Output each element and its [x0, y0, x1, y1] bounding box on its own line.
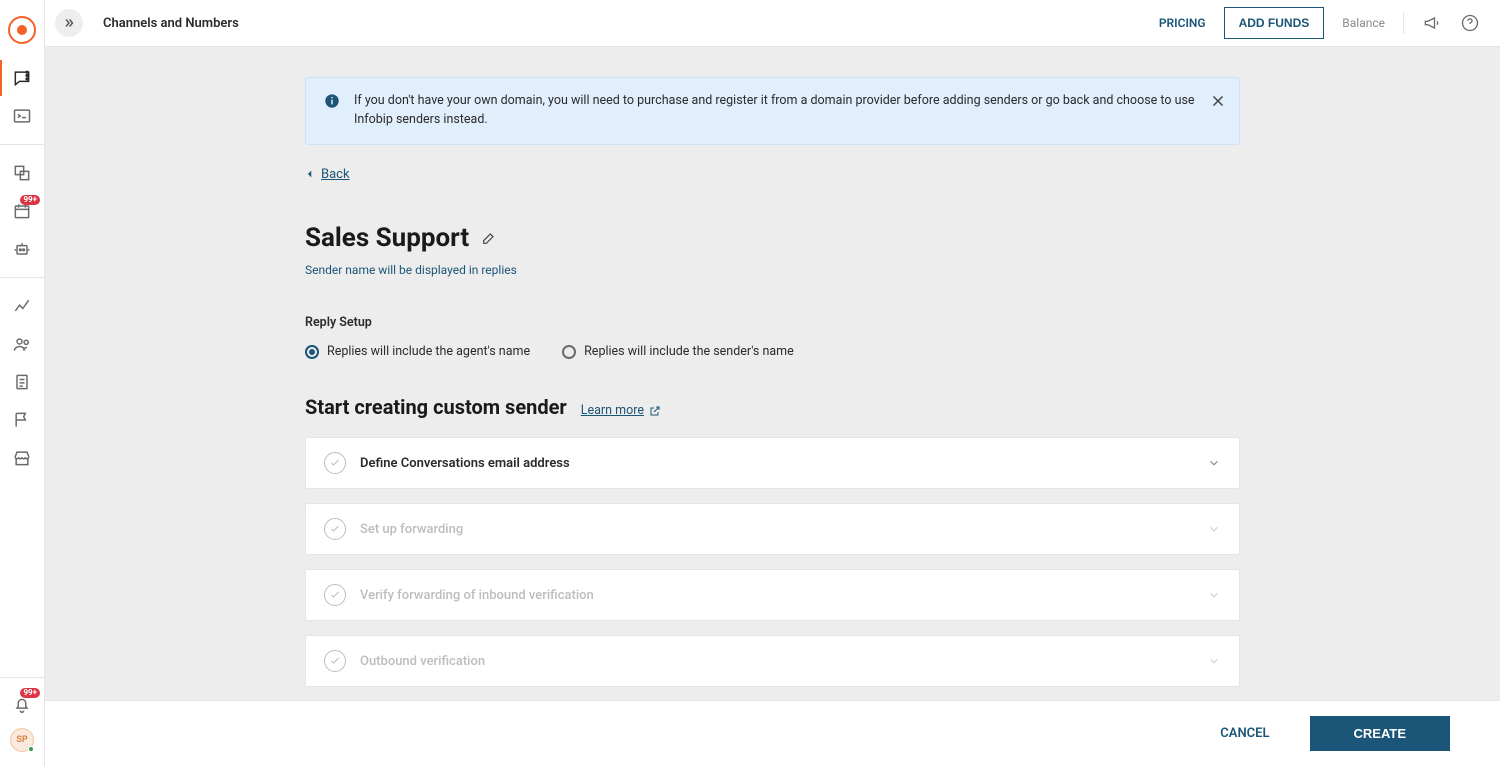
step-label: Verify forwarding of inbound verificatio… [360, 588, 594, 603]
help-icon[interactable] [1460, 13, 1480, 33]
nav-calendar-icon[interactable]: 99+ [12, 201, 32, 221]
info-banner-text: If you don't have your own domain, you w… [354, 92, 1221, 130]
megaphone-icon[interactable] [1422, 13, 1442, 33]
page-subtitle: Sender name will be displayed in replies [305, 263, 1240, 277]
step-define-email[interactable]: Define Conversations email address [305, 437, 1240, 489]
chevron-down-icon [1207, 522, 1221, 536]
step-outbound-verification[interactable]: Outbound verification [305, 635, 1240, 687]
radio-icon [562, 345, 576, 359]
nav-terminal-icon[interactable] [12, 106, 32, 126]
radio-icon [305, 345, 319, 359]
chevron-down-icon [1207, 654, 1221, 668]
check-circle-icon [324, 452, 346, 474]
nav-calendar-badge: 99+ [20, 195, 40, 205]
user-avatar[interactable]: SP [10, 728, 34, 752]
sidebar-expand-button[interactable] [55, 9, 83, 37]
reply-setup-label: Reply Setup [305, 315, 1240, 330]
step-label: Define Conversations email address [360, 456, 570, 471]
radio-sender-name[interactable]: Replies will include the sender's name [562, 344, 794, 359]
check-circle-icon [324, 584, 346, 606]
step-set-up-forwarding[interactable]: Set up forwarding [305, 503, 1240, 555]
footer-actions: CANCEL CREATE [45, 700, 1500, 766]
page-breadcrumb: Channels and Numbers [103, 16, 239, 31]
custom-sender-heading: Start creating custom sender [305, 395, 567, 419]
chevron-down-icon [1207, 456, 1221, 470]
nav-flag-icon[interactable] [12, 410, 32, 430]
nav-bot-icon[interactable] [12, 239, 32, 259]
step-verify-forwarding[interactable]: Verify forwarding of inbound verificatio… [305, 569, 1240, 621]
radio-sender-label: Replies will include the sender's name [584, 344, 794, 359]
topbar: Channels and Numbers PRICING ADD FUNDS B… [45, 0, 1500, 47]
cancel-button[interactable]: CANCEL [1220, 726, 1269, 741]
main-content-area: If you don't have your own domain, you w… [45, 47, 1500, 700]
reply-setup-radio-group: Replies will include the agent's name Re… [305, 344, 1240, 359]
learn-more-link[interactable]: Learn more [581, 403, 661, 418]
left-nav-rail: 99+ 99+ SP [0, 0, 45, 766]
learn-more-label: Learn more [581, 403, 644, 418]
chevron-down-icon [1207, 588, 1221, 602]
nav-chat-icon[interactable] [12, 68, 32, 88]
radio-agent-label: Replies will include the agent's name [327, 344, 530, 359]
edit-icon[interactable] [481, 230, 497, 246]
app-logo[interactable] [8, 16, 36, 44]
step-label: Outbound verification [360, 654, 485, 669]
page-title: Sales Support [305, 223, 469, 253]
nav-layers-icon[interactable] [12, 163, 32, 183]
nav-document-icon[interactable] [12, 372, 32, 392]
nav-bell-badge: 99+ [20, 688, 40, 698]
avatar-initials: SP [16, 735, 27, 745]
info-banner: If you don't have your own domain, you w… [305, 77, 1240, 145]
check-circle-icon [324, 650, 346, 672]
radio-agent-name[interactable]: Replies will include the agent's name [305, 344, 530, 359]
topbar-divider [1403, 12, 1404, 34]
app-logo-inner [17, 25, 27, 35]
nav-bell-icon[interactable]: 99+ [12, 694, 32, 714]
info-icon [324, 93, 340, 109]
balance-label: Balance [1342, 16, 1385, 30]
close-icon[interactable] [1209, 92, 1227, 110]
nav-store-icon[interactable] [12, 448, 32, 468]
create-button[interactable]: CREATE [1310, 716, 1450, 751]
add-funds-button[interactable]: ADD FUNDS [1224, 7, 1325, 39]
back-link-label: Back [321, 167, 350, 182]
nav-analytics-icon[interactable] [12, 296, 32, 316]
step-label: Set up forwarding [360, 522, 463, 537]
nav-people-icon[interactable] [12, 334, 32, 354]
avatar-status-dot [28, 746, 34, 752]
back-link[interactable]: Back [305, 167, 350, 182]
pricing-link[interactable]: PRICING [1159, 16, 1206, 30]
check-circle-icon [324, 518, 346, 540]
